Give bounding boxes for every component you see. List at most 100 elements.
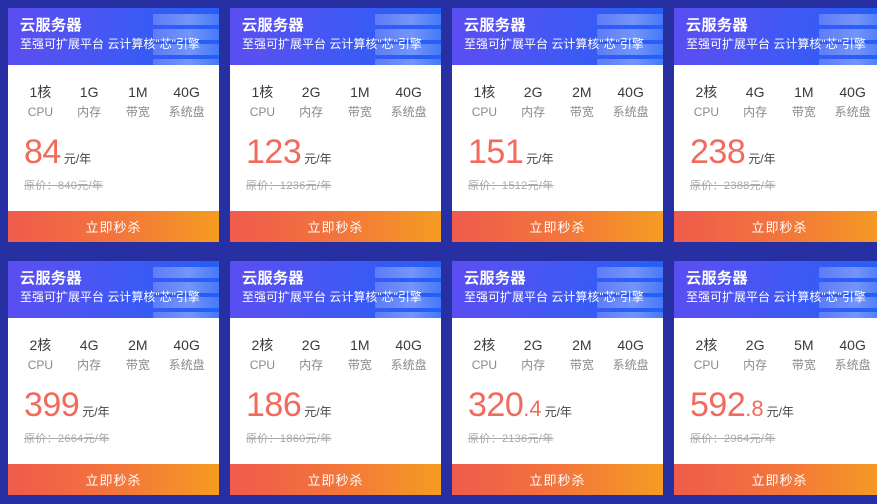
spec-memory: 4G 内存 <box>65 336 114 374</box>
spec-bandwidth: 2M 带宽 <box>558 83 607 121</box>
spec-bandwidth-value: 1M <box>350 337 370 353</box>
spec-memory: 1G 内存 <box>65 83 114 121</box>
spec-cpu-label: CPU <box>249 358 276 372</box>
spec-cpu-value: 2核 <box>251 337 274 353</box>
product-card-6[interactable]: 云服务器 至强可扩展平台 云计算核"芯"引擎 2核 CPU 2G 内存 1M 带… <box>230 261 441 495</box>
spec-memory-value: 2G <box>301 84 321 100</box>
price-unit: 元/年 <box>526 152 554 166</box>
spec-list: 2核 CPU 4G 内存 1M 带宽 40G 系统盘 <box>674 65 877 121</box>
price-row: 84 元/年 <box>8 121 219 169</box>
buy-now-button[interactable]: 立即秒杀 <box>674 464 877 495</box>
buy-now-button[interactable]: 立即秒杀 <box>8 464 219 495</box>
card-subtitle: 至强可扩展平台 云计算核"芯"引擎 <box>20 290 200 304</box>
card-subtitle: 至强可扩展平台 云计算核"芯"引擎 <box>686 37 866 51</box>
price-amount: 238 <box>690 133 746 171</box>
spec-disk-value: 40G <box>395 337 422 353</box>
card-header-text: 云服务器 至强可扩展平台 云计算核"芯"引擎 <box>452 8 663 52</box>
spec-cpu: 2核 CPU <box>16 336 65 374</box>
card-header: 云服务器 至强可扩展平台 云计算核"芯"引擎 <box>230 8 441 65</box>
spec-memory-label: 内存 <box>521 105 546 119</box>
buy-now-button[interactable]: 立即秒杀 <box>8 211 219 242</box>
buy-now-button[interactable]: 立即秒杀 <box>452 464 663 495</box>
card-header: 云服务器 至强可扩展平台 云计算核"芯"引擎 <box>8 8 219 65</box>
spec-memory: 2G 内存 <box>509 336 558 374</box>
original-price: 原价：2388元/年 <box>690 180 776 192</box>
product-card-7[interactable]: 云服务器 至强可扩展平台 云计算核"芯"引擎 2核 CPU 2G 内存 2M 带… <box>452 261 663 495</box>
price-amount: 123 <box>246 133 302 171</box>
spec-cpu-label: CPU <box>27 105 54 119</box>
spec-disk-value: 40G <box>839 84 866 100</box>
spec-cpu-label: CPU <box>693 358 720 372</box>
spec-cpu: 1核 CPU <box>238 83 287 121</box>
card-title: 云服务器 <box>20 17 83 34</box>
spec-disk-value: 40G <box>173 337 200 353</box>
spec-memory-label: 内存 <box>743 105 768 119</box>
spec-bandwidth-label: 带宽 <box>125 358 150 372</box>
spec-cpu-value: 1核 <box>29 84 52 100</box>
original-price: 原价：2964元/年 <box>690 433 776 445</box>
card-title: 云服务器 <box>20 270 83 287</box>
price-unit: 元/年 <box>82 405 110 419</box>
spec-disk-label: 系统盘 <box>612 358 649 372</box>
spec-memory: 2G 内存 <box>509 83 558 121</box>
product-card-5[interactable]: 云服务器 至强可扩展平台 云计算核"芯"引擎 2核 CPU 4G 内存 2M 带… <box>8 261 219 495</box>
spec-cpu-value: 2核 <box>695 337 718 353</box>
spec-memory-value: 2G <box>301 337 321 353</box>
price-decimal: .4 <box>523 396 542 421</box>
spec-cpu: 2核 CPU <box>460 336 509 374</box>
spec-bandwidth: 1M 带宽 <box>114 83 163 121</box>
spec-memory: 2G 内存 <box>287 336 336 374</box>
spec-list: 2核 CPU 4G 内存 2M 带宽 40G 系统盘 <box>8 318 219 374</box>
product-card-2[interactable]: 云服务器 至强可扩展平台 云计算核"芯"引擎 1核 CPU 2G 内存 1M 带… <box>230 8 441 242</box>
card-subtitle: 至强可扩展平台 云计算核"芯"引擎 <box>242 37 422 51</box>
original-price: 原价：840元/年 <box>24 180 104 192</box>
buy-now-button[interactable]: 立即秒杀 <box>674 211 877 242</box>
card-title: 云服务器 <box>242 270 305 287</box>
spec-memory-label: 内存 <box>77 358 102 372</box>
spec-disk-value: 40G <box>839 337 866 353</box>
spec-bandwidth-label: 带宽 <box>125 105 150 119</box>
product-card-4[interactable]: 云服务器 至强可扩展平台 云计算核"芯"引擎 2核 CPU 4G 内存 1M 带… <box>674 8 877 242</box>
card-header-text: 云服务器 至强可扩展平台 云计算核"芯"引擎 <box>8 8 219 52</box>
spec-bandwidth-label: 带宽 <box>347 105 372 119</box>
card-title: 云服务器 <box>464 270 527 287</box>
card-title: 云服务器 <box>686 270 749 287</box>
buy-now-button[interactable]: 立即秒杀 <box>230 211 441 242</box>
spec-disk: 40G 系统盘 <box>606 83 655 121</box>
original-price: 原价：2664元/年 <box>24 433 110 445</box>
spec-bandwidth: 5M 带宽 <box>780 336 829 374</box>
product-card-3[interactable]: 云服务器 至强可扩展平台 云计算核"芯"引擎 1核 CPU 2G 内存 2M 带… <box>452 8 663 242</box>
product-card-1[interactable]: 云服务器 至强可扩展平台 云计算核"芯"引擎 1核 CPU 1G 内存 1M 带… <box>8 8 219 242</box>
spec-disk-value: 40G <box>617 84 644 100</box>
buy-now-button[interactable]: 立即秒杀 <box>452 211 663 242</box>
spec-memory-label: 内存 <box>299 105 324 119</box>
spec-bandwidth-label: 带宽 <box>791 358 816 372</box>
price-unit: 元/年 <box>63 152 92 166</box>
buy-now-button[interactable]: 立即秒杀 <box>230 464 441 495</box>
spec-cpu-label: CPU <box>27 358 54 372</box>
card-header-text: 云服务器 至强可扩展平台 云计算核"芯"引擎 <box>230 261 441 305</box>
original-price: 原价：1512元/年 <box>468 180 554 192</box>
card-header-text: 云服务器 至强可扩展平台 云计算核"芯"引擎 <box>452 261 663 305</box>
spec-disk: 40G 系统盘 <box>384 83 433 121</box>
spec-memory-value: 4G <box>745 84 765 100</box>
product-card-8[interactable]: 云服务器 至强可扩展平台 云计算核"芯"引擎 2核 CPU 2G 内存 5M 带… <box>674 261 877 495</box>
price-row: 399 元/年 <box>8 374 219 422</box>
spec-list: 1核 CPU 1G 内存 1M 带宽 40G 系统盘 <box>8 65 219 121</box>
spec-disk: 40G 系统盘 <box>828 83 877 121</box>
spec-bandwidth-value: 2M <box>572 84 592 100</box>
card-header-text: 云服务器 至强可扩展平台 云计算核"芯"引擎 <box>674 261 877 305</box>
card-title: 云服务器 <box>686 17 749 34</box>
price-unit: 元/年 <box>748 152 776 166</box>
spec-cpu-value: 2核 <box>473 337 496 353</box>
card-title: 云服务器 <box>464 17 527 34</box>
spec-memory: 2G 内存 <box>287 83 336 121</box>
spec-memory-label: 内存 <box>521 358 546 372</box>
price-amount: 151 <box>468 133 524 171</box>
spec-memory-value: 2G <box>523 84 543 100</box>
price-row: 238 元/年 <box>674 121 877 169</box>
price-unit: 元/年 <box>304 152 332 166</box>
spec-disk-value: 40G <box>173 84 200 100</box>
card-subtitle: 至强可扩展平台 云计算核"芯"引擎 <box>464 290 644 304</box>
spec-disk-label: 系统盘 <box>834 358 871 372</box>
